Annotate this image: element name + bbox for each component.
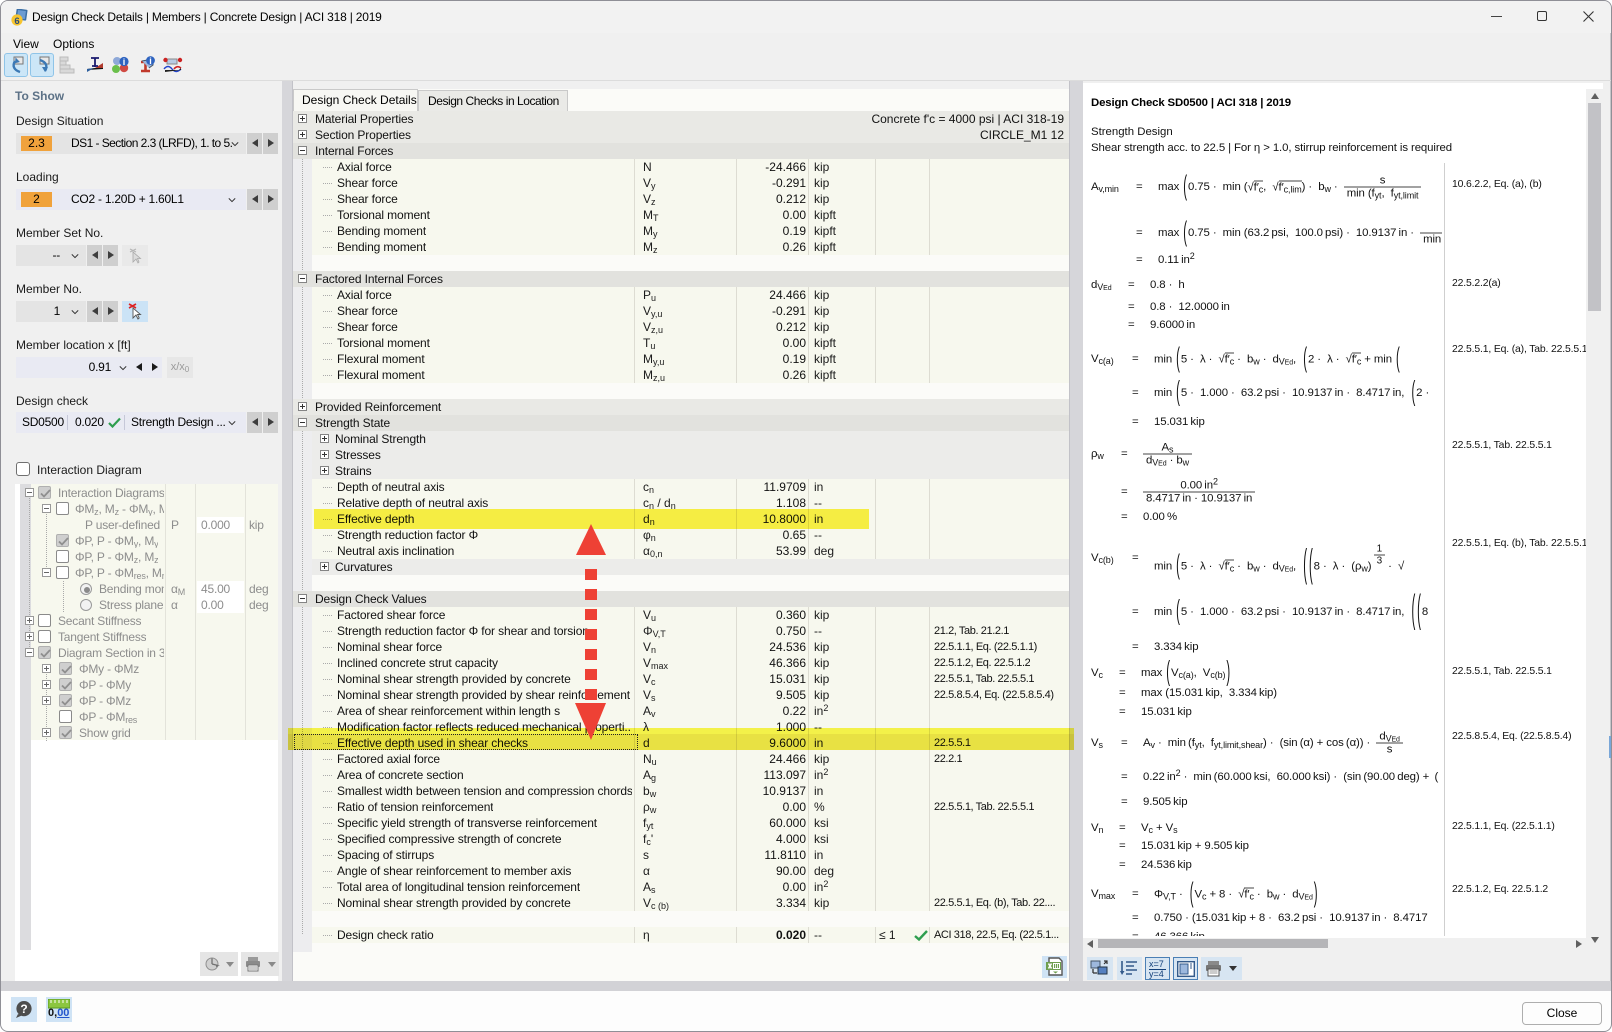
svg-text:i: i (123, 57, 126, 67)
svg-text:?: ? (20, 1002, 27, 1016)
svg-text:i: i (149, 56, 152, 66)
svg-text:6: 6 (14, 16, 19, 26)
